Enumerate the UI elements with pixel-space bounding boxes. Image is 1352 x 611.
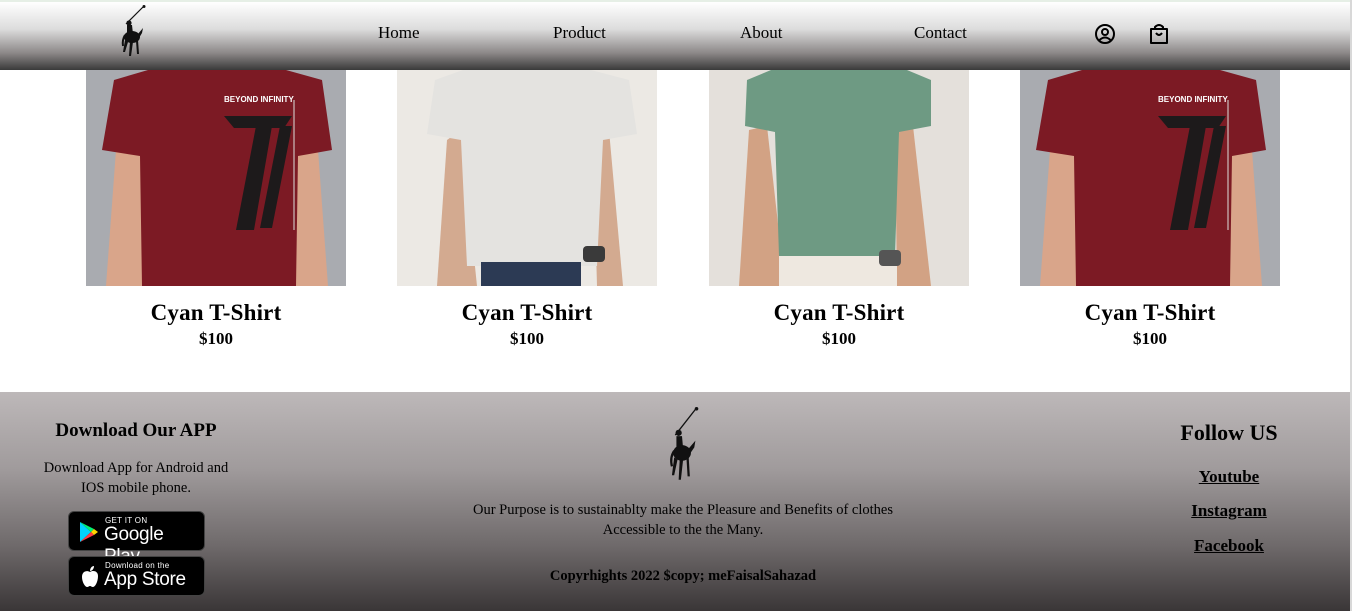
copyright-text: Copyrhights 2022 $copy; meFaisalSahazad (549, 568, 817, 584)
nav-product[interactable]: Product (553, 23, 606, 43)
product-name[interactable]: Cyan T-Shirt (1020, 300, 1280, 326)
product-price: $100 (199, 329, 233, 348)
nav-about[interactable]: About (740, 23, 783, 43)
instagram-link[interactable]: Instagram (1140, 501, 1318, 521)
product-grid: BEYOND INFINITY Cyan T-Shirt $100 Cyan T… (0, 70, 1350, 392)
download-title: Download Our APP (55, 420, 217, 441)
youtube-link[interactable]: Youtube (1140, 467, 1318, 487)
product-image[interactable]: BEYOND INFINITY (86, 70, 346, 286)
product-name[interactable]: Cyan T-Shirt (397, 300, 657, 326)
polo-logo-icon[interactable] (116, 4, 148, 58)
product-image[interactable] (709, 70, 969, 286)
site-footer: Download Our APP Download App for Androi… (0, 392, 1350, 611)
product-price: $100 (1133, 329, 1167, 348)
product-price: $100 (510, 329, 544, 348)
product-image[interactable] (397, 70, 657, 286)
apple-icon (82, 566, 98, 587)
polo-logo-icon (670, 407, 699, 480)
product-name[interactable]: Cyan T-Shirt (709, 300, 969, 326)
shirt-print-text: BEYOND INFINITY (224, 95, 294, 104)
shirt-print-text: BEYOND INFINITY (1158, 95, 1228, 104)
product-card[interactable]: Cyan T-Shirt $100 (397, 70, 657, 370)
nav-contact[interactable]: Contact (914, 23, 967, 43)
product-card[interactable]: BEYOND INFINITY Cyan T-Shirt $100 (1020, 70, 1280, 370)
product-card[interactable]: BEYOND INFINITY Cyan T-Shirt $100 (86, 70, 346, 370)
product-image[interactable]: BEYOND INFINITY (1020, 70, 1280, 286)
facebook-link[interactable]: Facebook (1140, 536, 1318, 556)
purpose-text: Our Purpose is to sustainablty make the … (472, 502, 893, 538)
google-play-icon (80, 522, 98, 542)
download-description: Download App for Android and IOS mobile … (43, 460, 229, 496)
google-play-button[interactable]: GET IT ON Google Play (68, 511, 205, 567)
product-price: $100 (822, 329, 856, 348)
product-card[interactable]: Cyan T-Shirt $100 (709, 70, 969, 370)
user-circle-icon[interactable] (1093, 22, 1117, 46)
product-name[interactable]: Cyan T-Shirt (86, 300, 346, 326)
nav-home[interactable]: Home (378, 23, 420, 43)
site-header: Home Product About Contact (0, 0, 1350, 70)
shopping-bag-icon[interactable] (1147, 22, 1171, 46)
follow-title: Follow US (1180, 420, 1278, 445)
app-store-button[interactable]: Download on the App Store (68, 556, 205, 596)
app-store-big-text: App Store (104, 569, 186, 590)
